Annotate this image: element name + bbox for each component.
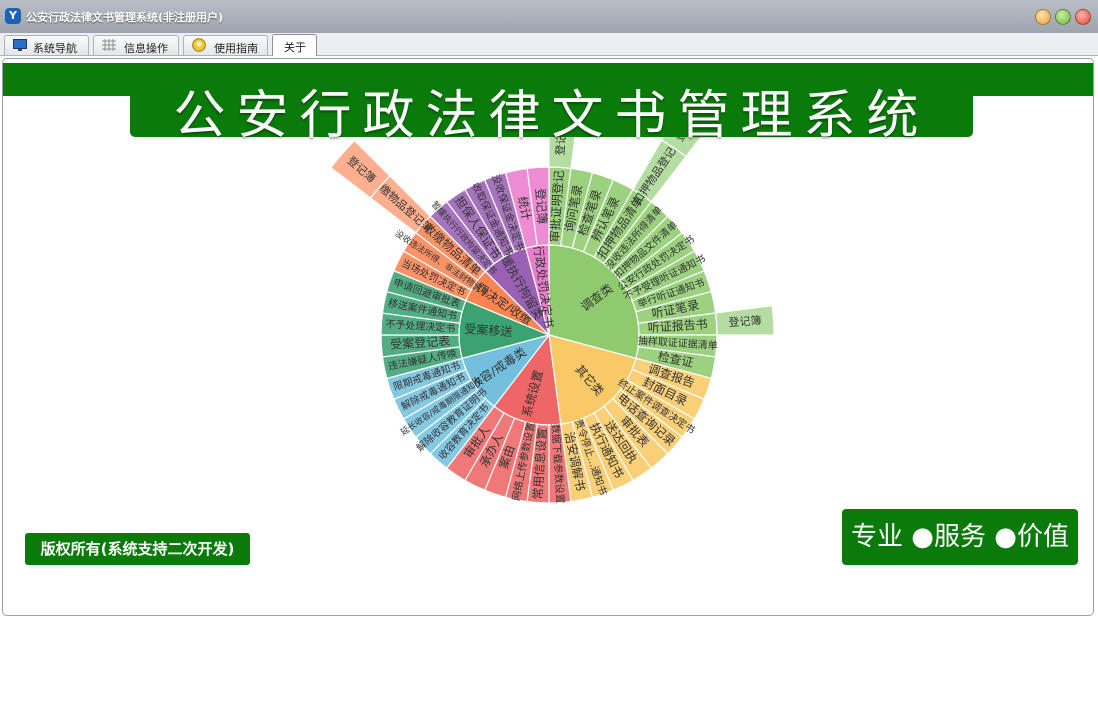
tab-about[interactable]: 关于 bbox=[272, 34, 317, 56]
sunburst-outer-label: 登记簿 bbox=[728, 313, 762, 329]
window-title: 公安行政法律文书管理系统(非注册用户) bbox=[26, 11, 224, 24]
minimize-button[interactable] bbox=[1035, 9, 1051, 25]
tab-bar: 系统导航 信息操作 使用指南 关于 bbox=[0, 33, 1098, 56]
app-logo-icon: Y bbox=[5, 8, 21, 24]
tab-label: 系统导航 bbox=[33, 42, 77, 55]
maximize-button[interactable] bbox=[1055, 9, 1071, 25]
lightbulb-icon bbox=[192, 38, 206, 52]
copyright-badge: 版权所有(系统支持二次开发) bbox=[25, 533, 250, 565]
close-button[interactable] bbox=[1075, 9, 1091, 25]
grid-icon bbox=[102, 39, 116, 51]
tab-label: 关于 bbox=[284, 41, 306, 54]
system-title: 公安行政法律文书管理系统 bbox=[173, 86, 930, 146]
sunburst-category-label: 受案移送 bbox=[464, 321, 513, 339]
tab-information-operation[interactable]: 信息操作 bbox=[93, 35, 179, 55]
slogan-badge: 专业 ●服务 ●价值 bbox=[842, 509, 1078, 565]
tab-label: 信息操作 bbox=[124, 42, 168, 55]
title-banner: 公安行政法律文书管理系统 bbox=[130, 65, 973, 146]
tab-system-navigation[interactable]: 系统导航 bbox=[4, 35, 89, 55]
sunburst-item-label: 登记簿 bbox=[533, 188, 550, 225]
tab-label: 使用指南 bbox=[214, 42, 258, 55]
monitor-icon bbox=[13, 39, 27, 51]
about-panel: 调查类审批证明登记登记证询问笔录检查笔录辨认笔录扣押物品清单扣押物品登记簿登记簿… bbox=[2, 58, 1094, 616]
tab-user-guide[interactable]: 使用指南 bbox=[183, 35, 268, 55]
title-bar: Y 公安行政法律文书管理系统(非注册用户) bbox=[0, 0, 1098, 34]
